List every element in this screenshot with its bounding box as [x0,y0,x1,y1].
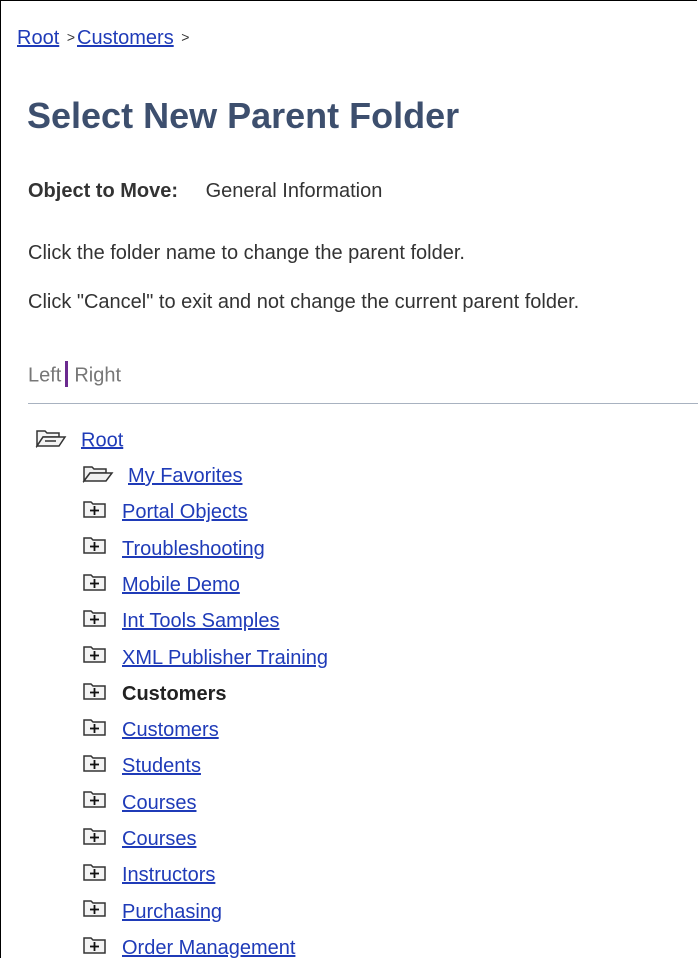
tree-item: Customers [82,715,219,745]
plus-folder-icon[interactable] [82,934,108,964]
plus-folder-icon[interactable] [82,825,108,855]
object-to-move-value: General Information [205,180,383,202]
plus-folder-icon[interactable] [82,643,108,673]
tree-item-link[interactable]: Troubleshooting [122,538,265,560]
divider [28,403,698,404]
right-view-link[interactable]: Right [74,364,121,386]
open-folder-icon [35,428,67,454]
plus-folder-icon[interactable] [82,680,108,710]
tree-item: Purchasing [82,897,222,927]
instruction-text: Click the folder name to change the pare… [28,242,465,264]
tree-item: Students [82,751,201,781]
tree-item-link[interactable]: Customers [122,719,219,741]
plus-folder-icon[interactable] [82,498,108,528]
tree-item: Troubleshooting [82,534,265,564]
tree-item: Portal Objects [82,497,248,527]
open-folder-icon [82,462,114,492]
tree-item-current: Customers [122,682,227,705]
tree-item: Int Tools Samples [82,606,280,636]
breadcrumb-customers-link[interactable]: Customers [77,27,174,49]
tree-item: Mobile Demo [82,570,240,600]
tree-item: My Favorites [82,461,242,491]
tree-item-link[interactable]: Instructors [122,864,215,886]
breadcrumb: Root > Customers > [17,27,191,50]
breadcrumb-separator: > [66,29,75,45]
tree-item: Instructors [82,860,215,890]
tree-item-link[interactable]: My Favorites [128,465,242,487]
tree-item: Customers [82,679,226,709]
tree-item-link[interactable]: Students [122,755,201,777]
plus-folder-icon[interactable] [82,788,108,818]
plus-folder-icon[interactable] [82,534,108,564]
tree-item: Courses [82,824,196,854]
breadcrumb-separator: > [181,29,190,45]
plus-folder-icon[interactable] [82,897,108,927]
tree-item-link[interactable]: Mobile Demo [122,574,240,596]
plus-folder-icon[interactable] [82,571,108,601]
tree-item: Courses [82,788,196,818]
tree-item-link[interactable]: Int Tools Samples [122,610,280,632]
left-view-link[interactable]: Left [28,364,61,386]
object-to-move-label: Object to Move: [28,180,179,202]
tree-item-link[interactable]: Courses [122,828,196,850]
tree-root: Root [35,428,123,454]
tree-item-link[interactable]: Courses [122,792,196,814]
tree-root-link[interactable]: Root [81,429,123,451]
page-title: Select New Parent Folder [27,95,460,136]
view-toggle: Left Right [28,361,121,389]
plus-folder-icon[interactable] [82,716,108,746]
tree-item-link[interactable]: Order Management [122,937,295,959]
plus-folder-icon[interactable] [82,752,108,782]
instruction-text: Click "Cancel" to exit and not change th… [28,291,580,313]
toggle-divider [65,361,69,387]
tree-item-link[interactable]: Purchasing [122,901,222,923]
plus-folder-icon[interactable] [82,607,108,637]
tree-item: Order Management [82,933,295,963]
object-to-move-row: Object to Move: General Information [28,180,382,203]
tree-item-link[interactable]: Portal Objects [122,501,248,523]
plus-folder-icon[interactable] [82,861,108,891]
tree-item-link[interactable]: XML Publisher Training [122,647,328,669]
breadcrumb-root-link[interactable]: Root [17,27,59,49]
tree-item: XML Publisher Training [82,643,328,673]
